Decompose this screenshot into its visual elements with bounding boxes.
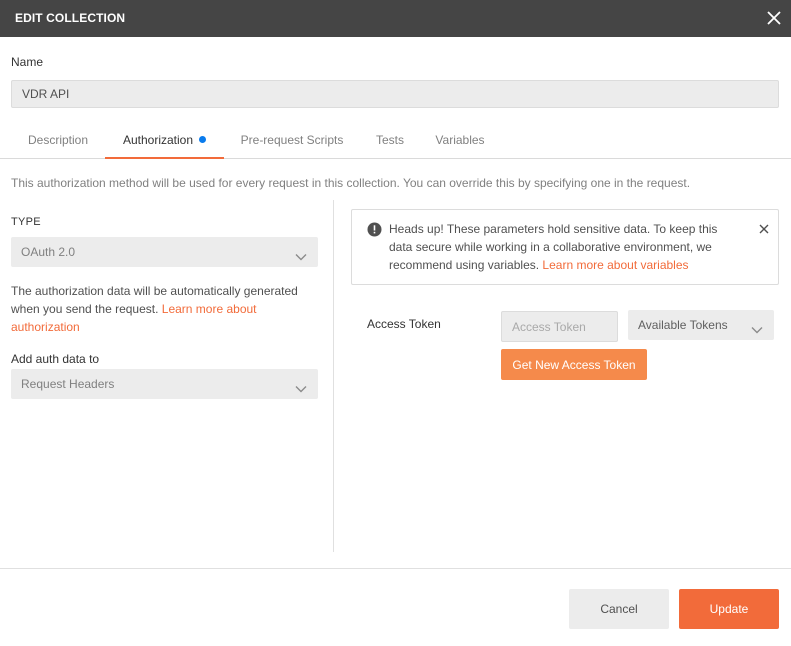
- auth-type-select[interactable]: OAuth 2.0: [11, 237, 318, 267]
- name-label: Name: [11, 55, 44, 69]
- tab-bar: Description Authorization Pre-request Sc…: [0, 121, 791, 159]
- get-new-access-token-button[interactable]: Get New Access Token: [501, 349, 647, 380]
- access-token-label: Access Token: [367, 317, 441, 331]
- dialog-title: EDIT COLLECTION: [15, 11, 126, 25]
- alert-message: Heads up! These parameters hold sensitiv…: [389, 222, 718, 272]
- tab-description[interactable]: Description: [13, 121, 103, 159]
- close-icon[interactable]: [764, 8, 784, 28]
- sensitive-data-alert: Heads up! These parameters hold sensitiv…: [351, 209, 779, 285]
- add-auth-to-select[interactable]: Request Headers: [11, 369, 318, 399]
- available-tokens-select[interactable]: Available Tokens: [628, 310, 774, 340]
- update-button[interactable]: Update: [679, 589, 779, 629]
- tab-tests[interactable]: Tests: [364, 121, 416, 159]
- auth-description: The authorization data will be automatic…: [11, 284, 298, 334]
- dialog-titlebar: EDIT COLLECTION: [0, 0, 791, 37]
- tab-variables[interactable]: Variables: [424, 121, 496, 159]
- dismiss-alert-icon[interactable]: [757, 222, 771, 236]
- tab-pre-request-scripts[interactable]: Pre-request Scripts: [228, 121, 356, 159]
- chevron-down-icon: [294, 377, 308, 393]
- warning-icon: [367, 222, 382, 237]
- footer-divider: [0, 568, 791, 569]
- unsaved-indicator-dot: [199, 136, 207, 143]
- chevron-down-icon: [750, 318, 764, 334]
- chevron-down-icon: [294, 245, 308, 261]
- cancel-button[interactable]: Cancel: [569, 589, 669, 629]
- auth-info-text: This authorization method will be used f…: [11, 176, 691, 190]
- type-label: TYPE: [11, 216, 41, 228]
- learn-more-variables-link[interactable]: Learn more about variables: [542, 258, 688, 272]
- add-auth-label: Add auth data to: [11, 352, 100, 366]
- collection-name-input[interactable]: [11, 80, 779, 108]
- tab-authorization[interactable]: Authorization: [105, 121, 224, 159]
- access-token-input[interactable]: [501, 311, 618, 342]
- auth-settings-column: TYPE OAuth 2.0 The authorization data wi…: [0, 200, 334, 552]
